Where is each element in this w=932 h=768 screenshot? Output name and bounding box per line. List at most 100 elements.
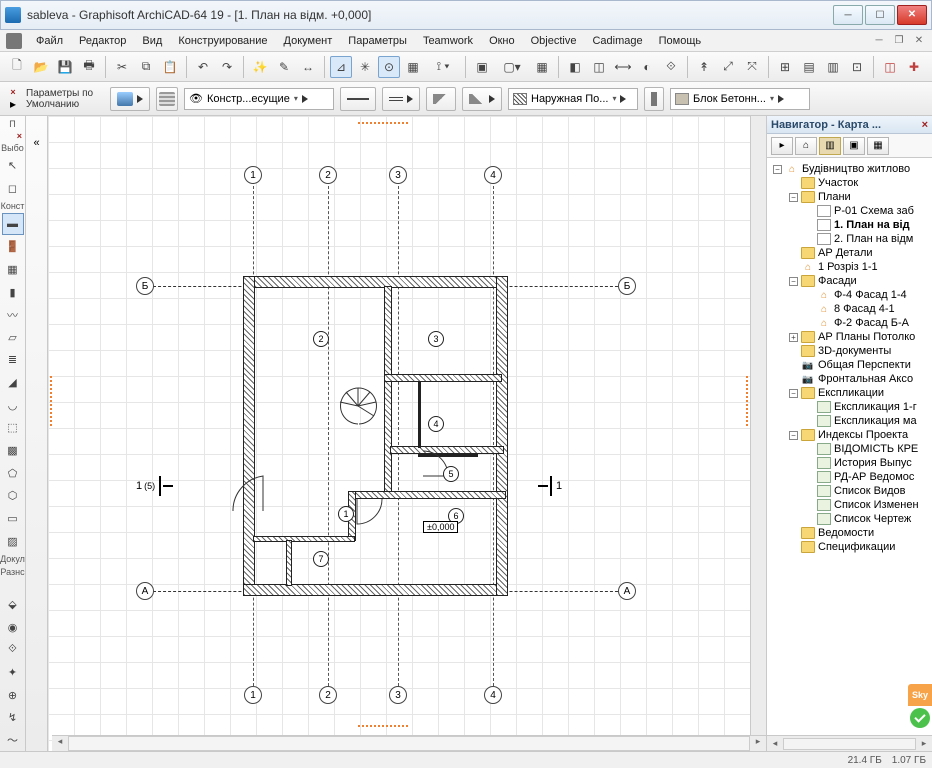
save-button[interactable]: 💾	[54, 56, 76, 78]
skylight-tool[interactable]: ⬚	[2, 417, 24, 439]
menu-редактор[interactable]: Редактор	[71, 33, 134, 49]
navigator-title-bar[interactable]: Навигатор - Карта ... ×	[767, 116, 932, 134]
tree-node[interactable]: ВІДОМІСТЬ КРЕ	[771, 442, 932, 456]
menu-окно[interactable]: Окно	[481, 33, 523, 49]
m1-button[interactable]: ◐	[636, 56, 658, 78]
marquee-tool[interactable]: ◻	[2, 178, 24, 200]
toolbox-close-x[interactable]: ×	[17, 131, 25, 141]
layer-select[interactable]: 👁 Констр...есущие ▾	[184, 88, 334, 110]
tree-node[interactable]: −Индексы Проекта	[771, 428, 932, 442]
status-ok-icon[interactable]	[910, 708, 930, 728]
win2-button[interactable]: ▤	[798, 56, 820, 78]
tree-expand-icon[interactable]: −	[773, 165, 782, 174]
tree-node[interactable]: 3D-документы	[771, 344, 932, 358]
canvas-h-scrollbar[interactable]: ◂ ▸	[52, 735, 766, 751]
ext2-button[interactable]: ✚	[903, 56, 925, 78]
nav-tab-5[interactable]: ▦	[867, 137, 889, 155]
wall-tool[interactable]: ▬	[2, 213, 24, 235]
menu-параметры[interactable]: Параметры	[340, 33, 415, 49]
close-button[interactable]: ✕	[897, 5, 927, 25]
3d-button[interactable]: ◧	[564, 56, 586, 78]
mesh-tool[interactable]: ▨	[2, 530, 24, 552]
magic-wand-button[interactable]: ✨	[249, 56, 271, 78]
slab-tool[interactable]: ▱	[2, 326, 24, 348]
eyedropper-button[interactable]: ✎	[273, 56, 295, 78]
tree-expand-icon[interactable]: −	[789, 277, 798, 286]
ex3-tool[interactable]: ⟐	[2, 639, 24, 661]
measure-button[interactable]: ↔	[297, 56, 319, 78]
copy-button[interactable]: ⧉	[135, 56, 157, 78]
menu-конструирование[interactable]: Конструирование	[170, 33, 275, 49]
wall[interactable]	[243, 276, 255, 596]
wall[interactable]	[286, 540, 292, 586]
profile-button[interactable]	[644, 87, 664, 111]
ex7-tool[interactable]: 〜	[2, 729, 24, 751]
tree-node[interactable]: Р-01 Схема заб	[771, 204, 932, 218]
arrows-button[interactable]: ⤧	[741, 56, 763, 78]
tray-badges[interactable]: Sky	[908, 684, 932, 728]
ext1-button[interactable]: ◫	[879, 56, 901, 78]
menu-помощь[interactable]: Помощь	[651, 33, 710, 49]
fill-select[interactable]: Наружная По... ▾	[508, 88, 638, 110]
navigator-h-scrollbar[interactable]: ◂▸	[767, 735, 932, 751]
menu-файл[interactable]: Файл	[28, 33, 71, 49]
collapse-icon[interactable]: «	[33, 137, 39, 149]
dropdown1-button[interactable]: ▢▾	[495, 56, 529, 78]
navigator-close-icon[interactable]: ×	[922, 119, 928, 131]
paste-button[interactable]: 📋	[159, 56, 181, 78]
tree-node[interactable]: −Експликации	[771, 386, 932, 400]
roof-tool[interactable]: ◢	[2, 372, 24, 394]
tree-node[interactable]: 📷Фронтальная Аксо	[771, 372, 932, 386]
tree-node[interactable]: −⌂Будівництво житлово	[771, 162, 932, 176]
tree-node[interactable]: 2. План на відм	[771, 232, 932, 246]
slope1-button[interactable]	[426, 87, 456, 111]
stair-tool[interactable]: ≣	[2, 349, 24, 371]
undo-button[interactable]: ↶	[192, 56, 214, 78]
morph-tool[interactable]: ⬠	[2, 462, 24, 484]
line1-button[interactable]	[340, 87, 376, 111]
mdi-close-icon[interactable]: ✕	[912, 35, 926, 46]
tree-node[interactable]: РД-АР Ведомос	[771, 470, 932, 484]
layers-button[interactable]	[156, 87, 178, 111]
tree-expand-icon[interactable]: −	[789, 193, 798, 202]
tree-node[interactable]: 1. План на від	[771, 218, 932, 232]
wire-button[interactable]: ◫	[588, 56, 610, 78]
arrow-diag-button[interactable]: ⤢	[717, 56, 739, 78]
partition[interactable]	[418, 382, 421, 448]
wall[interactable]	[384, 286, 392, 496]
mdi-restore-icon[interactable]: ❐	[892, 35, 906, 46]
beam-tool[interactable]: 〰	[2, 304, 24, 326]
tree-node[interactable]: Список Чертеж	[771, 512, 932, 526]
canvas[interactable]: 11223344ББАА 1234567 ±0,000 1	[48, 116, 766, 751]
tree-node[interactable]: Список Видов	[771, 484, 932, 498]
panel-arrow-icon[interactable]: ▸	[10, 97, 16, 111]
menu-objective[interactable]: Objective	[523, 33, 585, 49]
material-select[interactable]: Блок Бетонн... ▾	[670, 88, 810, 110]
tree-node[interactable]: ⌂Ф-2 Фасад Б-А	[771, 316, 932, 330]
new-button[interactable]: 🗋	[6, 56, 28, 78]
ex5-tool[interactable]: ⊕	[2, 684, 24, 706]
win3-button[interactable]: ▥	[822, 56, 844, 78]
ex2-tool[interactable]: ◉	[2, 616, 24, 638]
wall[interactable]	[253, 536, 355, 542]
tree-expand-icon[interactable]: +	[789, 333, 798, 342]
curtain-tool[interactable]: ▩	[2, 440, 24, 462]
ex1-tool[interactable]: ⬙	[2, 594, 24, 616]
tree-expand-icon[interactable]: −	[789, 431, 798, 440]
close-panel-x[interactable]: ×	[10, 87, 15, 97]
snap1-button[interactable]: ⊿	[330, 56, 352, 78]
tree-expand-icon[interactable]: −	[789, 389, 798, 398]
menu-документ[interactable]: Документ	[276, 33, 341, 49]
menu-cadimage[interactable]: Cadimage	[584, 33, 650, 49]
slope2-button[interactable]	[462, 87, 502, 111]
snap2-button[interactable]: ✳	[354, 56, 376, 78]
arrow-up-button[interactable]: ↟	[693, 56, 715, 78]
tree-node[interactable]: ⌂8 Фасад 4-1	[771, 302, 932, 316]
wall[interactable]	[243, 276, 508, 288]
tree-node[interactable]: Участок	[771, 176, 932, 190]
maximize-button[interactable]: ☐	[865, 5, 895, 25]
tree-node[interactable]: −Плани	[771, 190, 932, 204]
wall-geometry-button[interactable]	[110, 87, 150, 111]
zone-tool[interactable]: ▭	[2, 508, 24, 530]
menu-teamwork[interactable]: Teamwork	[415, 33, 481, 49]
